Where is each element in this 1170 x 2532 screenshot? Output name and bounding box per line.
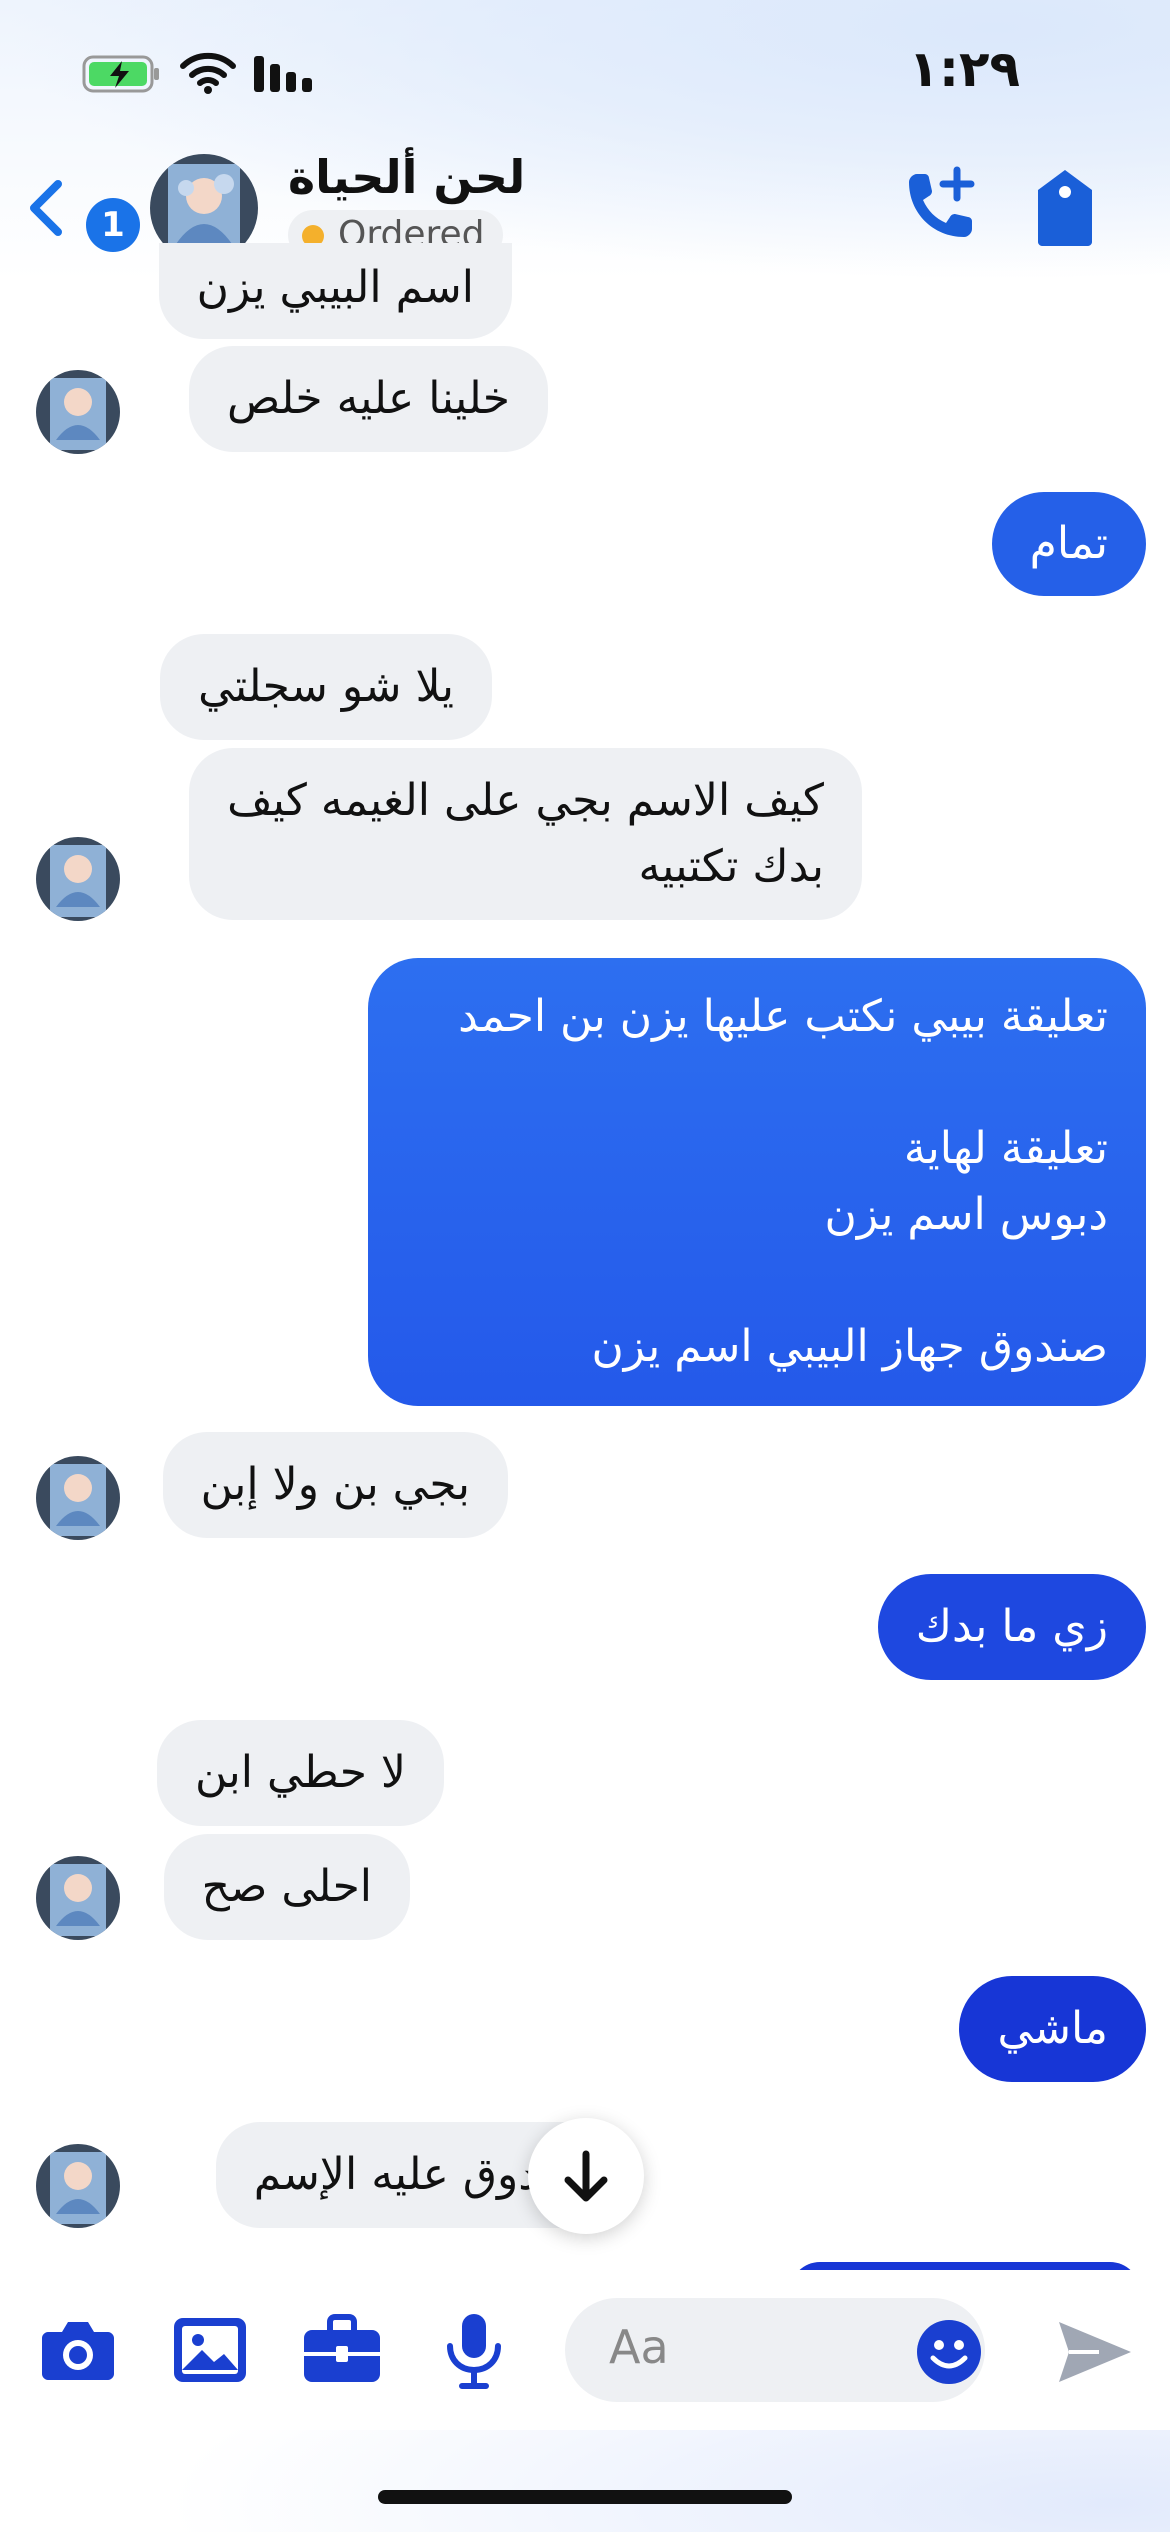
message-outgoing[interactable]: تعليقة بيبي نكتب عليها يزن بن احمد تعليق… [368,958,1146,1406]
message-incoming[interactable]: يلا شو سجلتي [160,634,492,740]
briefcase-icon[interactable] [300,2308,384,2392]
message-incoming[interactable]: احلى صح [163,1834,410,1940]
sender-avatar[interactable] [36,1856,120,1940]
camera-icon[interactable] [36,2308,120,2392]
message-incoming[interactable]: اسم البيبي يزن [158,243,512,339]
message-incoming[interactable]: كيف الاسم بجي على الغيمه كيف بدك تكتبيه [189,748,862,920]
message-outgoing[interactable]: ماشي [959,1976,1146,2082]
message-input-placeholder: Aa [609,2320,669,2374]
send-icon[interactable] [1055,2316,1135,2388]
microphone-icon[interactable] [432,2308,516,2392]
wifi-icon [180,52,236,94]
unread-badge: 1 [86,198,140,252]
sender-avatar[interactable] [36,1456,120,1540]
image-icon[interactable] [168,2308,252,2392]
contact-name[interactable]: لحن ألحياة [288,150,525,204]
status-time: ١:٢٩ [908,40,1020,98]
scroll-to-bottom-button[interactable] [528,2118,644,2234]
back-chevron-icon [30,180,62,236]
sender-avatar[interactable] [36,837,120,921]
message-outgoing[interactable]: تمام [991,492,1146,596]
sender-avatar[interactable] [36,370,120,454]
home-indicator [378,2490,792,2504]
emoji-icon[interactable] [915,2318,983,2386]
call-add-icon[interactable] [895,164,981,250]
message-incoming[interactable]: لا حطي ابن [157,1720,444,1826]
message-incoming[interactable]: بجي بن ولا إبن [162,1432,508,1538]
message-incoming[interactable]: خلينا عليه خلص [188,346,548,452]
scroll-down-arrow-icon [564,2150,608,2202]
message-composer: Aa [0,2270,1170,2430]
sender-avatar[interactable] [36,2144,120,2228]
message-outgoing[interactable]: زي ما بدك [877,1574,1146,1680]
battery-charging-icon [82,55,159,93]
cellular-signal-icon [254,56,312,92]
status-bar: ١:٢٩ [0,0,1170,150]
tag-icon[interactable] [1030,164,1100,250]
back-button[interactable]: 1 [22,170,140,252]
